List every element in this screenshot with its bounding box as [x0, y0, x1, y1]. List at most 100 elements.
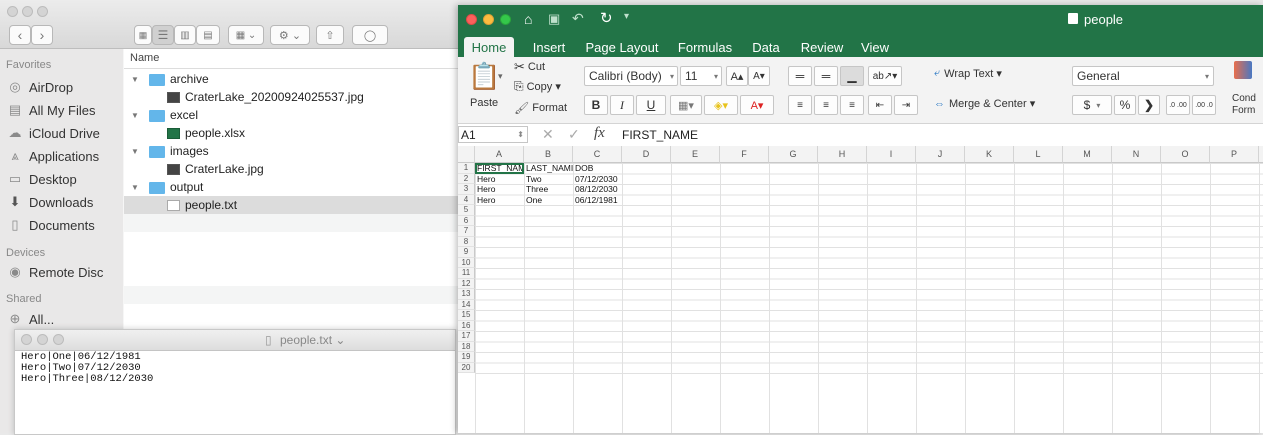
- disclosure-triangle-icon[interactable]: ▼: [131, 147, 139, 156]
- column-header-h[interactable]: H: [818, 146, 867, 163]
- share-icon[interactable]: ⇧: [316, 25, 344, 45]
- sidebar-item-documents[interactable]: ▯ Documents: [0, 214, 123, 236]
- list-item[interactable]: ▼ output: [124, 178, 460, 196]
- sidebar-item-downloads[interactable]: ⬇ Downloads: [0, 191, 123, 213]
- sidebar-item-applications[interactable]: ⩓ Applications: [0, 145, 123, 167]
- list-view-icon[interactable]: ☰: [152, 25, 174, 45]
- customize-toolbar-icon[interactable]: ▾: [624, 11, 629, 22]
- icon-view-icon[interactable]: ▦: [134, 25, 152, 45]
- cell-a3[interactable]: Hero: [475, 184, 524, 195]
- undo-icon[interactable]: ↶: [572, 10, 584, 27]
- column-header-n[interactable]: N: [1112, 146, 1161, 163]
- paste-dropdown-icon[interactable]: ▾: [498, 71, 503, 82]
- list-item[interactable]: CraterLake.jpg: [124, 160, 460, 178]
- merge-center-button[interactable]: ⇔ Merge & Center ▾: [934, 97, 1035, 111]
- home-icon[interactable]: ⌂: [524, 11, 532, 27]
- select-all-corner[interactable]: [458, 146, 475, 163]
- align-center-icon[interactable]: ≡: [814, 95, 838, 115]
- row-header-20[interactable]: 20: [458, 362, 475, 373]
- zoom-window-icon[interactable]: [37, 6, 48, 17]
- row-header-3[interactable]: 3: [458, 184, 475, 195]
- column-header-k[interactable]: K: [965, 146, 1014, 163]
- conditional-formatting-icon[interactable]: [1234, 61, 1252, 79]
- tab-view[interactable]: View: [856, 37, 894, 57]
- cell-c4[interactable]: 06/12/1981: [573, 195, 642, 206]
- column-view-icon[interactable]: ▥: [174, 25, 196, 45]
- row-header-5[interactable]: 5: [458, 205, 475, 216]
- column-header-q[interactable]: Q: [1259, 146, 1263, 163]
- decrease-decimal-button[interactable]: .00 .0: [1192, 95, 1216, 115]
- disclosure-triangle-icon[interactable]: ▼: [131, 111, 139, 120]
- arrange-icon[interactable]: ▦ ⌄: [228, 25, 264, 45]
- align-middle-icon[interactable]: ═: [814, 66, 838, 86]
- column-header-b[interactable]: B: [524, 146, 573, 163]
- row-header-12[interactable]: 12: [458, 278, 475, 289]
- column-header-j[interactable]: J: [916, 146, 965, 163]
- close-window-icon[interactable]: [7, 6, 18, 17]
- list-item[interactable]: ▼ excel: [124, 106, 460, 124]
- disclosure-triangle-icon[interactable]: ▼: [131, 75, 139, 84]
- conditional-formatting-label[interactable]: Cond: [1232, 93, 1256, 104]
- row-header-8[interactable]: 8: [458, 236, 475, 247]
- cell-b2[interactable]: Two: [524, 174, 573, 185]
- row-header-4[interactable]: 4: [458, 194, 475, 205]
- align-right-icon[interactable]: ≡: [840, 95, 864, 115]
- column-header-d[interactable]: D: [622, 146, 671, 163]
- cell-b3[interactable]: Three: [524, 184, 573, 195]
- active-cell-outline[interactable]: [475, 163, 524, 174]
- sidebar-item-all-my-files[interactable]: ▤ All My Files: [0, 99, 123, 121]
- tab-insert[interactable]: Insert: [524, 37, 574, 57]
- list-item[interactable]: people.xlsx: [124, 124, 460, 142]
- text-content[interactable]: Hero|One|06/12/1981 Hero|Two|07/12/2030 …: [21, 352, 153, 385]
- tab-formulas[interactable]: Formulas: [672, 37, 738, 57]
- align-bottom-icon[interactable]: ▁: [840, 66, 864, 86]
- row-header-13[interactable]: 13: [458, 289, 475, 300]
- cell-c2[interactable]: 07/12/2030: [573, 174, 642, 185]
- tab-data[interactable]: Data: [746, 37, 786, 57]
- row-header-9[interactable]: 9: [458, 247, 475, 258]
- column-header-l[interactable]: L: [1014, 146, 1063, 163]
- close-window-icon[interactable]: [21, 334, 32, 345]
- copy-button[interactable]: ⎘ Copy ▾: [514, 79, 561, 94]
- cell-a2[interactable]: Hero: [475, 174, 524, 185]
- format-painter-button[interactable]: 🖌 Format: [514, 101, 567, 115]
- decrease-font-button[interactable]: A▾: [748, 66, 770, 86]
- close-window-icon[interactable]: [466, 14, 477, 25]
- column-header-o[interactable]: O: [1161, 146, 1210, 163]
- window-title[interactable]: people.txt ⌄: [280, 333, 345, 347]
- conditional-formatting-label-2[interactable]: Form: [1232, 105, 1255, 116]
- percent-button[interactable]: %: [1114, 95, 1136, 115]
- row-header-17[interactable]: 17: [458, 331, 475, 342]
- cell-a4[interactable]: Hero: [475, 195, 524, 206]
- row-header-1[interactable]: 1: [458, 163, 475, 174]
- row-header-16[interactable]: 16: [458, 320, 475, 331]
- forward-button[interactable]: ›: [31, 25, 53, 45]
- cancel-icon[interactable]: ✕: [542, 126, 554, 143]
- save-icon[interactable]: ▣: [548, 11, 560, 27]
- list-item[interactable]: ▼ images: [124, 142, 460, 160]
- back-button[interactable]: ‹: [9, 25, 31, 45]
- cut-button[interactable]: ✂ Cut: [514, 59, 545, 75]
- tab-review[interactable]: Review: [796, 37, 848, 57]
- row-header-14[interactable]: 14: [458, 299, 475, 310]
- paste-button[interactable]: Paste: [470, 97, 498, 109]
- font-name-select[interactable]: Calibri (Body) ▾: [584, 66, 678, 86]
- sidebar-item-airdrop[interactable]: ◎ AirDrop: [0, 76, 123, 98]
- minimize-window-icon[interactable]: [22, 6, 33, 17]
- currency-button[interactable]: $ ▾: [1072, 95, 1112, 115]
- row-header-2[interactable]: 2: [458, 173, 475, 184]
- formula-input[interactable]: FIRST_NAME: [622, 128, 698, 142]
- column-header-f[interactable]: F: [720, 146, 769, 163]
- cell-b1[interactable]: LAST_NAMI: [524, 163, 573, 174]
- increase-font-button[interactable]: A▴: [726, 66, 748, 86]
- increase-indent-icon[interactable]: ⇥: [894, 95, 918, 115]
- list-item[interactable]: ▼ archive: [124, 70, 460, 88]
- row-header-6[interactable]: 6: [458, 215, 475, 226]
- column-header-e[interactable]: E: [671, 146, 720, 163]
- tab-home[interactable]: Home: [464, 37, 514, 57]
- row-header-10[interactable]: 10: [458, 257, 475, 268]
- increase-decimal-button[interactable]: .0 .00: [1166, 95, 1190, 115]
- cell-c1[interactable]: DOB: [573, 163, 642, 174]
- orientation-icon[interactable]: ab↗▾: [868, 66, 902, 86]
- disclosure-triangle-icon[interactable]: ▼: [131, 183, 139, 192]
